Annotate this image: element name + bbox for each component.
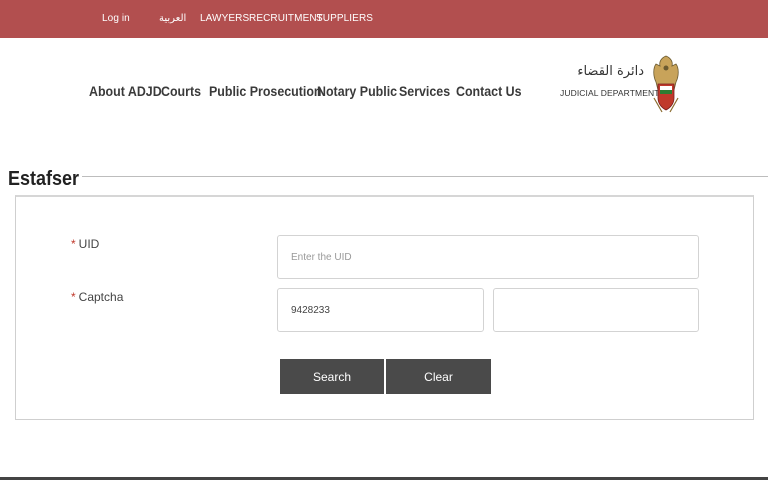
uid-label-text: UID xyxy=(79,237,100,251)
uid-required-marker: * xyxy=(71,237,76,251)
captcha-input[interactable] xyxy=(493,288,699,332)
logo-arabic-text: دائرة القضاء xyxy=(560,64,644,79)
login-link[interactable]: Log in xyxy=(102,13,130,24)
nav-public-prosecution[interactable]: Public Prosecution xyxy=(209,84,321,99)
clear-button[interactable]: Clear xyxy=(386,359,491,394)
captcha-required-marker: * xyxy=(71,290,76,304)
top-utility-bar: Log in العربية LAWYERS RECRUITMENT SUPPL… xyxy=(0,0,768,38)
nav-about-adjd[interactable]: About ADJD xyxy=(89,84,162,99)
captcha-label: *Captcha xyxy=(71,290,123,304)
page-title: Estafser xyxy=(8,168,79,191)
search-button[interactable]: Search xyxy=(280,359,384,394)
judicial-department-logo[interactable]: دائرة القضاء JUDICIAL DEPARTMENT xyxy=(560,54,690,116)
lawyers-link[interactable]: LAWYERS xyxy=(200,13,249,24)
nav-courts[interactable]: Courts xyxy=(161,84,201,99)
logo-english-text: JUDICIAL DEPARTMENT xyxy=(560,88,660,98)
captcha-label-text: Captcha xyxy=(79,290,124,304)
section-divider xyxy=(82,176,768,177)
nav-services[interactable]: Services xyxy=(399,84,450,99)
captcha-image: 9428233 xyxy=(277,288,484,332)
nav-notary-public[interactable]: Notary Public xyxy=(317,84,397,99)
uid-label: *UID xyxy=(71,237,99,251)
falcon-emblem-icon xyxy=(648,54,684,116)
uid-input[interactable]: Enter the UID xyxy=(277,235,699,279)
recruitment-link[interactable]: RECRUITMENT xyxy=(249,13,323,24)
arabic-language-link[interactable]: العربية xyxy=(159,13,186,24)
suppliers-link[interactable]: SUPPLIERS xyxy=(316,13,373,24)
nav-contact-us[interactable]: Contact Us xyxy=(456,84,522,99)
